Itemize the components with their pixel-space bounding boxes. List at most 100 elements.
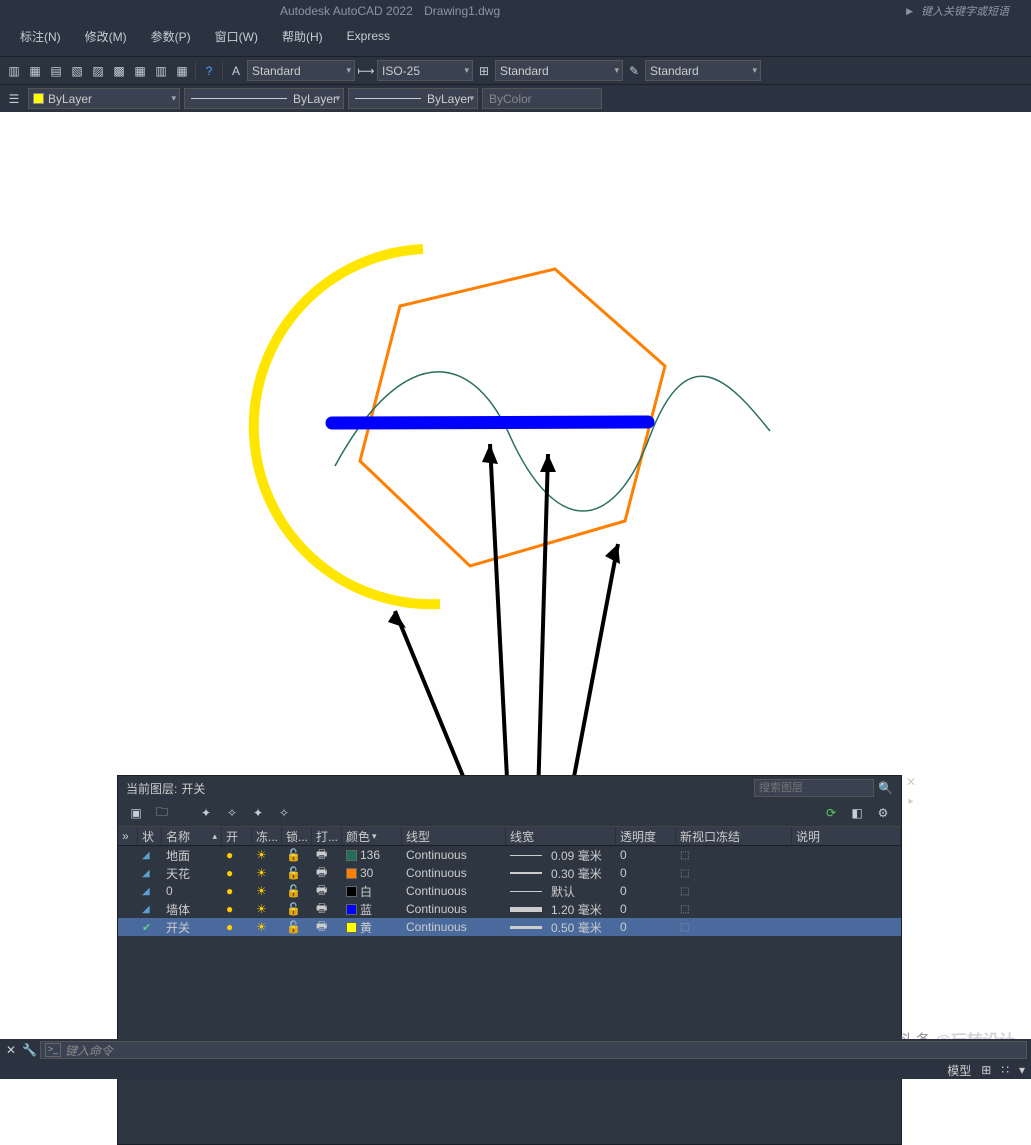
sun-icon[interactable]: ☀ (256, 920, 267, 934)
row-color[interactable]: 蓝 (342, 901, 402, 918)
bulb-icon[interactable]: ● (226, 848, 233, 862)
search-icon[interactable]: 🔍 (878, 781, 893, 795)
row-lineweight[interactable]: 默认 (506, 883, 616, 900)
mlstyle-dropdown[interactable]: Standard (645, 60, 761, 81)
drawing-area[interactable]: ✕ ▸ 当前图层: 开关 🔍 ▣ 🗀 ✦ ✧ ✦ ✧ ⟳ ◧ ⚙ » 状 名称▴ (0, 126, 1031, 1039)
col-vpfreeze[interactable]: 新视口冻结 (676, 827, 792, 845)
textstyle-dropdown[interactable]: Standard (247, 60, 355, 81)
col-linetype[interactable]: 线型 (402, 827, 506, 845)
tb-icon-4[interactable]: ▧ (67, 61, 87, 81)
lock-icon[interactable]: 🔓 (286, 920, 301, 934)
lp-new-frozen-icon[interactable]: ✧ (222, 803, 242, 823)
row-vpfreeze[interactable]: ⬚ (676, 886, 792, 897)
sb-snap-icon[interactable]: ∷ (1001, 1063, 1009, 1077)
lp-new-layer-icon[interactable]: ✦ (196, 803, 216, 823)
row-color[interactable]: 黄 (342, 919, 402, 936)
sun-icon[interactable]: ☀ (256, 848, 267, 862)
textstyle-icon[interactable]: A (226, 61, 246, 81)
lp-folder-icon[interactable]: 🗀 (152, 803, 172, 823)
tb-icon-2[interactable]: ▦ (25, 61, 45, 81)
bulb-icon[interactable]: ● (226, 902, 233, 916)
col-status[interactable]: 状 (138, 827, 162, 845)
panel-close-icon[interactable]: ✕ (903, 775, 919, 791)
row-linetype[interactable]: Continuous (402, 920, 506, 934)
col-color[interactable]: 颜色▾ (342, 827, 402, 845)
sb-model[interactable]: 模型 (947, 1062, 971, 1079)
panel-options-icon[interactable]: ▸ (903, 796, 919, 807)
menu-parametric[interactable]: 参数(P) (141, 24, 201, 49)
bulb-icon[interactable]: ● (226, 884, 233, 898)
search-hint[interactable]: 键入关键字或短语 (921, 3, 1021, 19)
layer-combo[interactable]: ByLayer (28, 88, 180, 109)
sb-grid-icon[interactable]: ⊞ (981, 1063, 991, 1077)
col-lock[interactable]: 锁... (282, 827, 312, 845)
tb-icon-1[interactable]: ▥ (4, 61, 24, 81)
col-name[interactable]: 名称▴ (162, 827, 222, 845)
row-transparency[interactable]: 0 (616, 902, 676, 916)
lp-refresh-icon[interactable]: ⟳ (821, 803, 841, 823)
col-freeze[interactable]: 冻... (252, 827, 282, 845)
row-color[interactable]: 白 (342, 883, 402, 900)
row-linetype[interactable]: Continuous (402, 848, 506, 862)
col-on[interactable]: 开 (222, 827, 252, 845)
tb-icon-help[interactable]: ? (199, 61, 219, 81)
cmd-input[interactable]: >_ 键入命令 (40, 1041, 1027, 1059)
lock-icon[interactable]: 🔓 (286, 848, 301, 862)
row-linetype[interactable]: Continuous (402, 902, 506, 916)
row-lineweight[interactable]: 1.20 毫米 (506, 901, 616, 918)
linetype-combo[interactable]: ByLayer (184, 88, 344, 109)
row-transparency[interactable]: 0 (616, 866, 676, 880)
lp-delete-layer-icon[interactable]: ✦ (248, 803, 268, 823)
dimstyle-icon[interactable]: ⟼ (356, 61, 376, 81)
lp-set-current-icon[interactable]: ✧ (274, 803, 294, 823)
row-linetype[interactable]: Continuous (402, 884, 506, 898)
col-lineweight[interactable]: 线宽 (506, 827, 616, 845)
layer-row[interactable]: ◢墙体●☀🔓🖶蓝Continuous1.20 毫米0⬚ (118, 900, 901, 918)
menu-express[interactable]: Express (337, 25, 400, 47)
menu-modify[interactable]: 修改(M) (75, 24, 137, 49)
dimstyle-dropdown[interactable]: ISO-25 (377, 60, 473, 81)
layer-row[interactable]: ◢0●☀🔓🖶白Continuous默认0⬚ (118, 882, 901, 900)
row-linetype[interactable]: Continuous (402, 866, 506, 880)
layer-mgr-icon[interactable]: ☰ (4, 89, 24, 109)
tablestyle-dropdown[interactable]: Standard (495, 60, 623, 81)
color-combo[interactable]: ByColor (482, 88, 602, 109)
row-lineweight[interactable]: 0.30 毫米 (506, 865, 616, 882)
tb-icon-3[interactable]: ▤ (46, 61, 66, 81)
lp-filter-icon[interactable]: ▣ (126, 803, 146, 823)
lock-icon[interactable]: 🔓 (286, 902, 301, 916)
layer-row[interactable]: ◢地面●☀🔓🖶136Continuous0.09 毫米0⬚ (118, 846, 901, 864)
sb-more-icon[interactable]: ▾ (1019, 1063, 1025, 1077)
menu-help[interactable]: 帮助(H) (272, 24, 333, 49)
tb-icon-calc[interactable]: ▦ (172, 61, 192, 81)
sun-icon[interactable]: ☀ (256, 866, 267, 880)
row-color[interactable]: 136 (342, 848, 402, 862)
cmd-customize-icon[interactable]: 🔧 (22, 1043, 36, 1057)
row-vpfreeze[interactable]: ⬚ (676, 922, 792, 933)
row-transparency[interactable]: 0 (616, 884, 676, 898)
tb-icon-7[interactable]: ▦ (130, 61, 150, 81)
sun-icon[interactable]: ☀ (256, 902, 267, 916)
lp-settings-icon[interactable]: ⚙ (873, 803, 893, 823)
sun-icon[interactable]: ☀ (256, 884, 267, 898)
lock-icon[interactable]: 🔓 (286, 866, 301, 880)
menu-window[interactable]: 窗口(W) (205, 24, 268, 49)
row-transparency[interactable]: 0 (616, 848, 676, 862)
col-expand[interactable]: » (118, 827, 138, 845)
layer-search-input[interactable] (754, 779, 874, 797)
bulb-icon[interactable]: ● (226, 866, 233, 880)
tb-icon-5[interactable]: ▨ (88, 61, 108, 81)
row-transparency[interactable]: 0 (616, 920, 676, 934)
printer-icon[interactable]: 🖶 (316, 917, 327, 938)
row-vpfreeze[interactable]: ⬚ (676, 904, 792, 915)
row-lineweight[interactable]: 0.50 毫米 (506, 919, 616, 936)
row-color[interactable]: 30 (342, 866, 402, 880)
tb-icon-6[interactable]: ▩ (109, 61, 129, 81)
lock-icon[interactable]: 🔓 (286, 884, 301, 898)
row-lineweight[interactable]: 0.09 毫米 (506, 847, 616, 864)
cmd-close-icon[interactable]: ✕ (4, 1043, 18, 1057)
menu-dimension[interactable]: 标注(N) (10, 24, 71, 49)
col-transparency[interactable]: 透明度 (616, 827, 676, 845)
row-vpfreeze[interactable]: ⬚ (676, 868, 792, 879)
tablestyle-icon[interactable]: ⊞ (474, 61, 494, 81)
